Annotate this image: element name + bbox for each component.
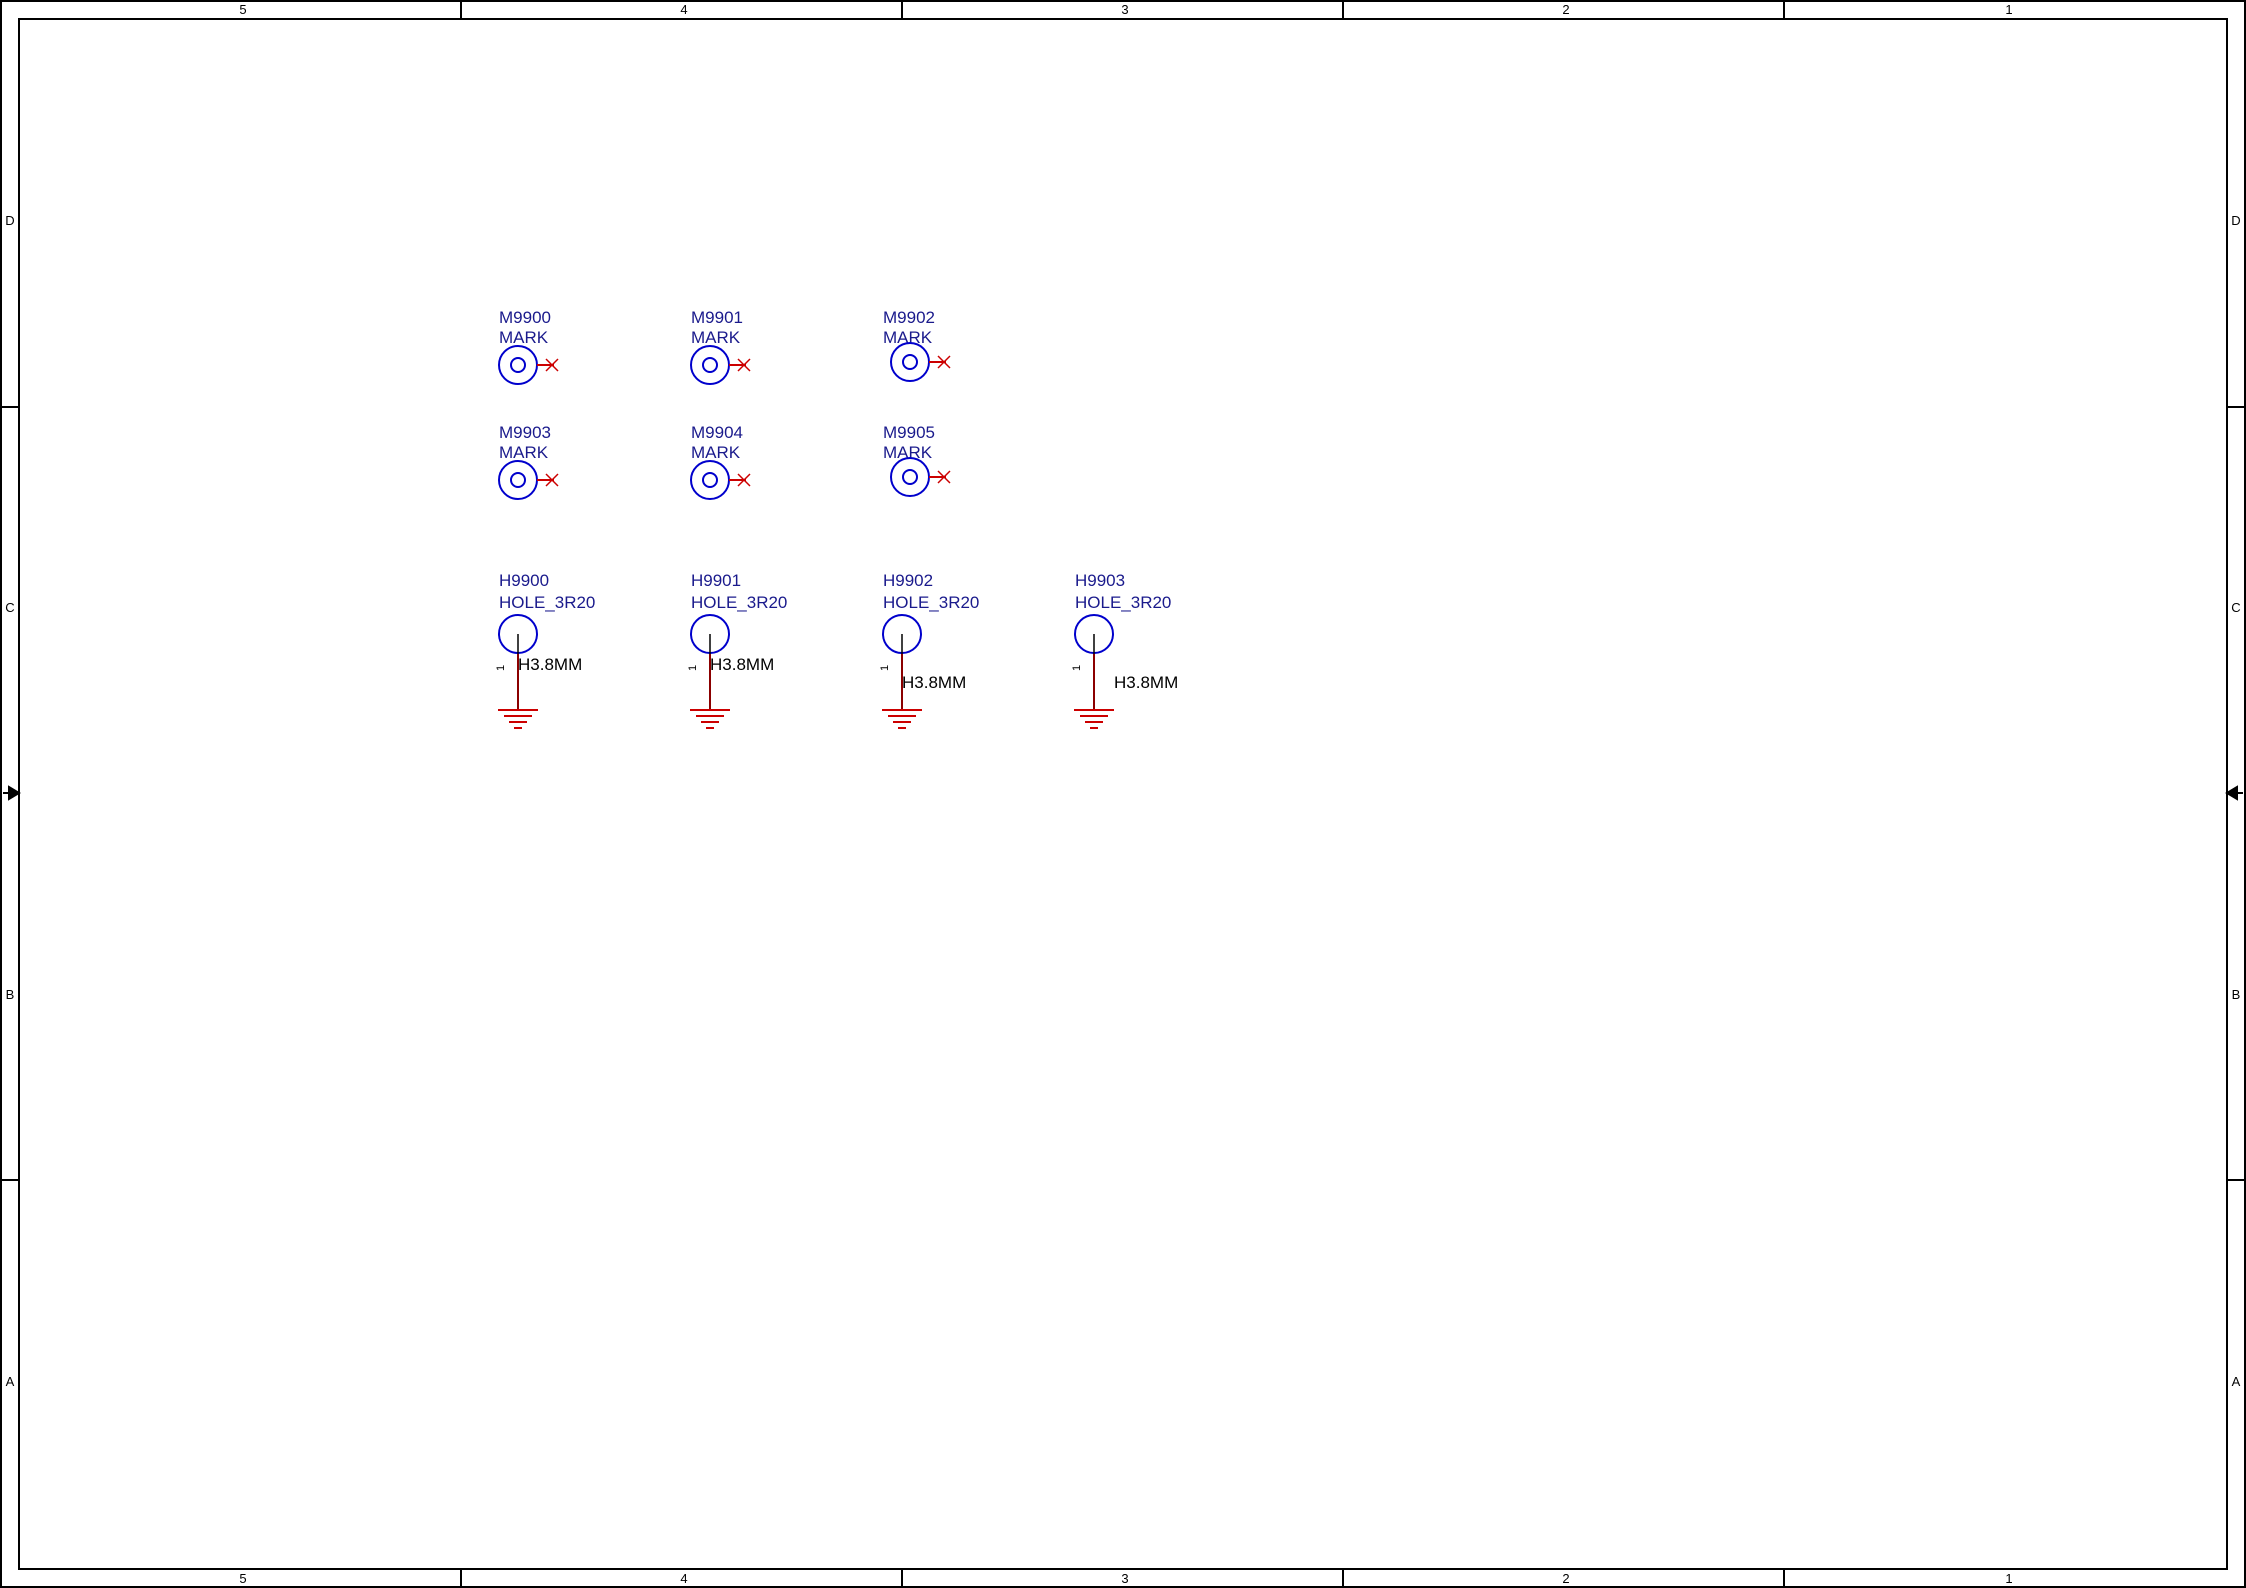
column-label: 5 (239, 1571, 246, 1586)
mark-value: MARK (691, 443, 741, 462)
mark-inner-ring (702, 357, 718, 373)
mark-outer-ring (690, 345, 730, 385)
fiducial-mark-icon (498, 460, 538, 500)
mark-refdes: M9904 (691, 423, 743, 442)
fiducial-mark[interactable]: M9901MARK (690, 308, 751, 385)
mark-value: MARK (883, 443, 933, 462)
mounting-hole[interactable]: H9903 HOLE_3R20 1 H3.8MM (1071, 571, 1178, 729)
mark-value: MARK (499, 328, 549, 347)
pin-number: 1 (1071, 665, 1083, 671)
fiducial-mark[interactable]: M9905MARK (883, 423, 951, 497)
row-label: B (6, 987, 15, 1002)
pin-number: 1 (879, 665, 891, 671)
center-arrow-left-icon (3, 785, 21, 801)
mark-inner-ring (510, 472, 526, 488)
mark-outer-ring (690, 460, 730, 500)
ground-symbol-icon (690, 709, 730, 729)
mark-refdes: M9903 (499, 423, 551, 442)
fiducial-mark[interactable]: M9903MARK (498, 423, 559, 500)
hole-refdes: H9903 (1075, 571, 1125, 590)
mark-outer-ring (498, 460, 538, 500)
mark-refdes: M9902 (883, 308, 935, 327)
row-dividers (1, 406, 2245, 1181)
row-label: D (2231, 213, 2240, 228)
mounting-holes: H9900 HOLE_3R20 1 H3.8MM H9901 HOLE_3R20 1 H3.8… (495, 571, 1178, 729)
inner-border (18, 18, 2228, 1570)
pin-number: 1 (495, 665, 507, 671)
fiducial-marks: M9900MARKM9901MARKM9902MARKM9903MARKM990… (498, 308, 951, 500)
column-label: 4 (680, 2, 687, 17)
mark-refdes: M9901 (691, 308, 743, 327)
center-arrow-right-icon (2225, 785, 2243, 801)
fiducial-mark[interactable]: M9904MARK (690, 423, 751, 500)
row-label: D (5, 213, 14, 228)
hole-value: HOLE_3R20 (883, 593, 979, 612)
column-label: 3 (1121, 2, 1128, 17)
fiducial-mark[interactable]: M9900MARK (498, 308, 559, 385)
row-label: C (2231, 600, 2240, 615)
mounting-hole[interactable]: H9900 HOLE_3R20 1 H3.8MM (495, 571, 595, 729)
sheet-frame: 5 4 3 2 1 5 4 3 2 1 D C B A D C B A (0, 0, 2246, 1588)
hole-footprint: H3.8MM (902, 673, 966, 692)
mark-inner-ring (702, 472, 718, 488)
pin-number: 1 (687, 665, 699, 671)
hole-value: HOLE_3R20 (1075, 593, 1171, 612)
mounting-hole[interactable]: H9901 HOLE_3R20 1 H3.8MM (687, 571, 787, 729)
ground-symbol-icon (882, 709, 922, 729)
mark-inner-ring (902, 354, 918, 370)
hole-refdes: H9902 (883, 571, 933, 590)
column-label: 2 (1562, 2, 1569, 17)
outer-border (0, 0, 2246, 1588)
mark-value: MARK (499, 443, 549, 462)
fiducial-mark-icon (890, 457, 930, 497)
hole-footprint: H3.8MM (518, 655, 582, 674)
column-label: 5 (239, 2, 246, 17)
row-label: B (2232, 987, 2241, 1002)
mark-inner-ring (510, 357, 526, 373)
hole-value: HOLE_3R20 (499, 593, 595, 612)
row-label: C (5, 600, 14, 615)
mark-refdes: M9905 (883, 423, 935, 442)
row-label: A (6, 1374, 15, 1389)
column-label: 3 (1121, 1571, 1128, 1586)
schematic-sheet: 5 4 3 2 1 5 4 3 2 1 D C B A D C B A M990… (0, 0, 2246, 1588)
column-label: 2 (1562, 1571, 1569, 1586)
mark-refdes: M9900 (499, 308, 551, 327)
mark-outer-ring (498, 345, 538, 385)
hole-refdes: H9900 (499, 571, 549, 590)
mark-value: MARK (691, 328, 741, 347)
hole-value: HOLE_3R20 (691, 593, 787, 612)
fiducial-mark-icon (890, 342, 930, 382)
ground-symbol-icon (1074, 709, 1114, 729)
mark-outer-ring (890, 457, 930, 497)
hole-footprint: H3.8MM (710, 655, 774, 674)
mark-outer-ring (890, 342, 930, 382)
fiducial-mark-icon (690, 345, 730, 385)
column-label: 4 (680, 1571, 687, 1586)
hole-refdes: H9901 (691, 571, 741, 590)
mark-inner-ring (902, 469, 918, 485)
ground-symbol-icon (498, 709, 538, 729)
column-dividers (460, 1, 1785, 1587)
hole-footprint: H3.8MM (1114, 673, 1178, 692)
mounting-hole[interactable]: H9902 HOLE_3R20 1 H3.8MM (879, 571, 979, 729)
fiducial-mark-icon (498, 345, 538, 385)
row-label: A (2232, 1374, 2241, 1389)
mark-value: MARK (883, 328, 933, 347)
column-label: 1 (2005, 1571, 2012, 1586)
fiducial-mark[interactable]: M9902MARK (883, 308, 951, 382)
column-label: 1 (2005, 2, 2012, 17)
fiducial-mark-icon (690, 460, 730, 500)
